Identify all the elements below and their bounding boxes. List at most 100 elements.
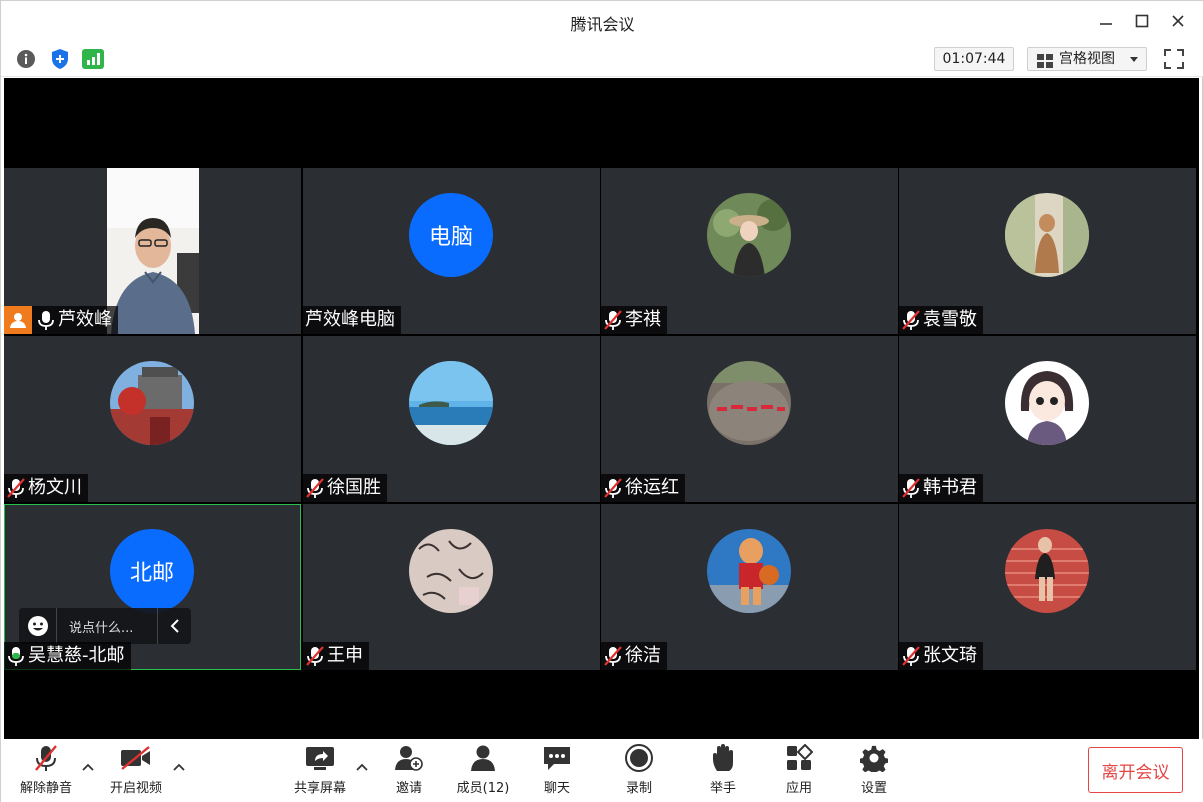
record-button[interactable]: 录制 (621, 743, 657, 799)
title-bar: 腾讯会议 (1, 1, 1203, 41)
add-user-icon (392, 743, 426, 773)
chevron-up-icon[interactable] (172, 759, 186, 773)
participant-name: 王申 (327, 645, 363, 666)
participant-name: 徐运红 (625, 477, 679, 498)
grid-view-icon (1037, 53, 1053, 75)
microphone-muted-icon (305, 645, 325, 667)
gear-icon (857, 743, 891, 773)
participant-avatar (409, 361, 493, 445)
security-shield-icon[interactable] (49, 48, 71, 70)
settings-label: 设置 (860, 781, 887, 796)
microphone-speaking-icon (6, 645, 26, 667)
share-screen-icon (303, 743, 337, 773)
participant-nametag: 王申 (303, 642, 369, 670)
view-mode-dropdown[interactable]: 宫格视图 (1027, 47, 1147, 71)
participant-tile[interactable]: 徐运红 (601, 336, 898, 502)
microphone-on-icon (36, 309, 56, 331)
participant-avatar (409, 529, 493, 613)
participant-nametag: 吴慧慈-北邮 (4, 642, 131, 670)
meeting-toolbar: 解除静音 开启视频 共享屏幕 邀请 成员(12) 聊天 录制 举手 应用 设置 … (1, 739, 1203, 802)
chat-button[interactable]: 聊天 (539, 743, 575, 799)
emoji-icon[interactable] (19, 608, 57, 644)
record-label: 录制 (625, 781, 652, 796)
members-icon (466, 743, 500, 773)
host-icon (4, 306, 32, 334)
unmute-label: 解除静音 (19, 781, 72, 796)
microphone-muted-icon (603, 477, 623, 499)
settings-button[interactable]: 设置 (856, 743, 892, 799)
share-screen-button[interactable]: 共享屏幕 (289, 743, 351, 799)
unmute-button[interactable]: 解除静音 (15, 743, 77, 799)
quick-chat-input[interactable]: 说点什么... (57, 617, 157, 636)
meeting-window: 腾讯会议 01:07:44 宫格视图 芦效峰 电脑 芦效峰电脑 李祺 袁雪敬 杨… (0, 0, 1203, 802)
info-icon[interactable] (15, 48, 37, 70)
participant-nametag: 张文琦 (899, 642, 983, 670)
participant-name: 徐国胜 (327, 477, 381, 498)
participant-tile[interactable]: 李祺 (601, 168, 898, 334)
participant-tile-active-speaker[interactable]: 北邮 说点什么... 吴慧慈-北邮 (4, 504, 301, 670)
participant-nametag: 韩书君 (899, 474, 983, 502)
fullscreen-icon[interactable] (1162, 47, 1186, 71)
maximize-icon[interactable] (1129, 9, 1155, 33)
participant-tile[interactable]: 芦效峰 (4, 168, 301, 334)
microphone-muted-icon (29, 743, 63, 773)
microphone-muted-icon (6, 477, 26, 499)
camera-off-icon (119, 743, 153, 773)
participant-tile[interactable]: 徐洁 (601, 504, 898, 670)
chevron-up-icon[interactable] (355, 759, 369, 773)
chevron-left-icon[interactable] (157, 608, 191, 644)
participant-nametag: 徐洁 (601, 642, 667, 670)
view-mode-label: 宫格视图 (1059, 51, 1115, 67)
participant-avatar (1005, 193, 1089, 277)
participant-tile[interactable]: 徐国胜 (303, 336, 600, 502)
chat-label: 聊天 (543, 781, 570, 796)
participant-name: 韩书君 (923, 477, 977, 498)
participant-tile[interactable]: 韩书君 (899, 336, 1196, 502)
chat-icon (540, 743, 574, 773)
participant-video (107, 168, 199, 334)
participant-avatar (110, 361, 194, 445)
microphone-muted-icon (603, 309, 623, 331)
participant-nametag: 徐国胜 (303, 474, 387, 502)
video-grid: 芦效峰 电脑 芦效峰电脑 李祺 袁雪敬 杨文川 徐国胜 徐运红 韩书君 北邮 说… (4, 78, 1199, 739)
chevron-up-icon[interactable] (81, 759, 95, 773)
microphone-muted-icon (901, 645, 921, 667)
microphone-muted-icon (901, 477, 921, 499)
participant-name: 张文琦 (923, 645, 977, 666)
quick-chat-bar[interactable]: 说点什么... (19, 608, 191, 644)
apps-button[interactable]: 应用 (781, 743, 817, 799)
participant-tile[interactable]: 张文琦 (899, 504, 1196, 670)
participant-name: 吴慧慈-北邮 (28, 645, 125, 666)
participant-avatar (1005, 361, 1089, 445)
members-button[interactable]: 成员(12) (453, 743, 513, 799)
meeting-timer: 01:07:44 (934, 47, 1014, 71)
participant-nametag: 李祺 (601, 306, 667, 334)
participant-tile[interactable]: 杨文川 (4, 336, 301, 502)
participant-avatar (707, 193, 791, 277)
participant-avatar: 电脑 (409, 193, 493, 277)
participant-avatar (707, 361, 791, 445)
apps-label: 应用 (785, 781, 812, 796)
participant-name: 芦效峰电脑 (305, 309, 395, 330)
apps-icon (782, 743, 816, 773)
participant-nametag: 徐运红 (601, 474, 685, 502)
raise-hand-label: 举手 (709, 781, 736, 796)
participant-tile[interactable]: 电脑 芦效峰电脑 (303, 168, 600, 334)
hand-icon (706, 743, 740, 773)
invite-button[interactable]: 邀请 (391, 743, 427, 799)
participant-name: 杨文川 (28, 477, 82, 498)
network-signal-icon[interactable] (82, 48, 104, 70)
start-video-label: 开启视频 (109, 781, 162, 796)
close-icon[interactable] (1165, 9, 1191, 33)
participant-avatar: 北邮 (110, 529, 194, 613)
participant-name: 芦效峰 (58, 309, 112, 330)
participant-name: 李祺 (625, 309, 661, 330)
start-video-button[interactable]: 开启视频 (105, 743, 167, 799)
participant-nametag: 芦效峰电脑 (303, 306, 401, 334)
microphone-muted-icon (603, 645, 623, 667)
leave-meeting-button[interactable]: 离开会议 (1088, 747, 1183, 793)
minimize-icon[interactable] (1093, 9, 1119, 33)
raise-hand-button[interactable]: 举手 (705, 743, 741, 799)
participant-tile[interactable]: 袁雪敬 (899, 168, 1196, 334)
participant-tile[interactable]: 王申 (303, 504, 600, 670)
